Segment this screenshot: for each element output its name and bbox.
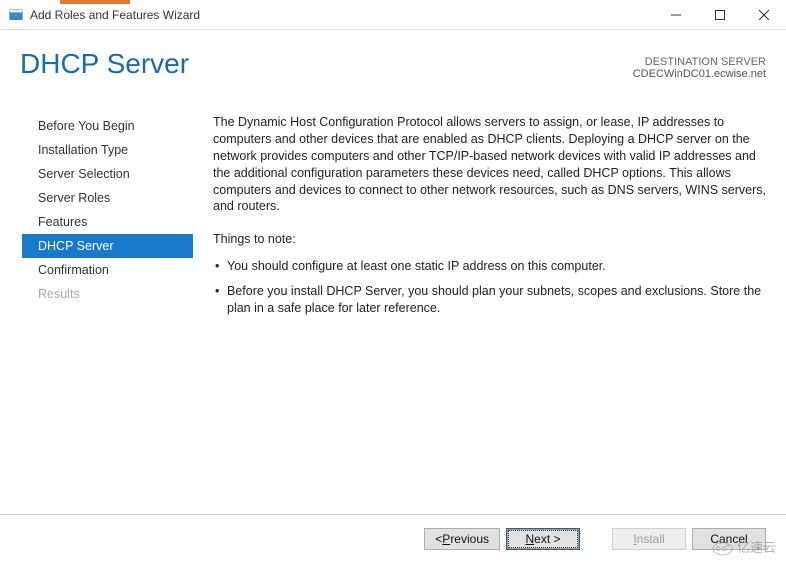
notes-heading: Things to note: — [213, 231, 766, 248]
sidebar-item-results: Results — [0, 282, 193, 306]
destination-label: DESTINATION SERVER — [633, 56, 766, 68]
cancel-button[interactable]: Cancel — [692, 528, 766, 550]
page-title: DHCP Server — [20, 48, 189, 80]
intro-text: The Dynamic Host Configuration Protocol … — [213, 114, 766, 215]
close-button[interactable] — [742, 0, 786, 30]
install-button: Install — [612, 528, 686, 550]
main-area: DHCP Server DESTINATION SERVER CDECWinDC… — [0, 30, 786, 515]
sidebar-item-installation-type[interactable]: Installation Type — [0, 138, 193, 162]
note-bullet-1: You should configure at least one static… — [213, 258, 766, 275]
destination-info: DESTINATION SERVER CDECWinDC01.ecwise.ne… — [633, 48, 766, 80]
sidebar-item-features[interactable]: Features — [0, 210, 193, 234]
sidebar-item-dhcp-server[interactable]: DHCP Server — [22, 234, 193, 258]
sidebar-item-confirmation[interactable]: Confirmation — [0, 258, 193, 282]
sidebar-item-server-roles[interactable]: Server Roles — [0, 186, 193, 210]
sidebar-item-server-selection[interactable]: Server Selection — [0, 162, 193, 186]
next-button[interactable]: Next > — [506, 528, 580, 550]
previous-button[interactable]: < Previous — [424, 528, 500, 550]
titlebar: Add Roles and Features Wizard — [0, 0, 786, 30]
wizard-icon — [8, 7, 24, 23]
accent-tab — [60, 0, 130, 4]
destination-value: CDECWinDC01.ecwise.net — [633, 68, 766, 80]
sidebar: Before You Begin Installation Type Serve… — [0, 114, 193, 514]
sidebar-item-before-you-begin[interactable]: Before You Begin — [0, 114, 193, 138]
note-bullet-2: Before you install DHCP Server, you shou… — [213, 283, 766, 317]
maximize-button[interactable] — [698, 0, 742, 30]
minimize-button[interactable] — [654, 0, 698, 30]
footer: < Previous Next > Install Cancel — [0, 516, 786, 562]
description-area: The Dynamic Host Configuration Protocol … — [193, 114, 786, 514]
window-title: Add Roles and Features Wizard — [30, 8, 200, 22]
